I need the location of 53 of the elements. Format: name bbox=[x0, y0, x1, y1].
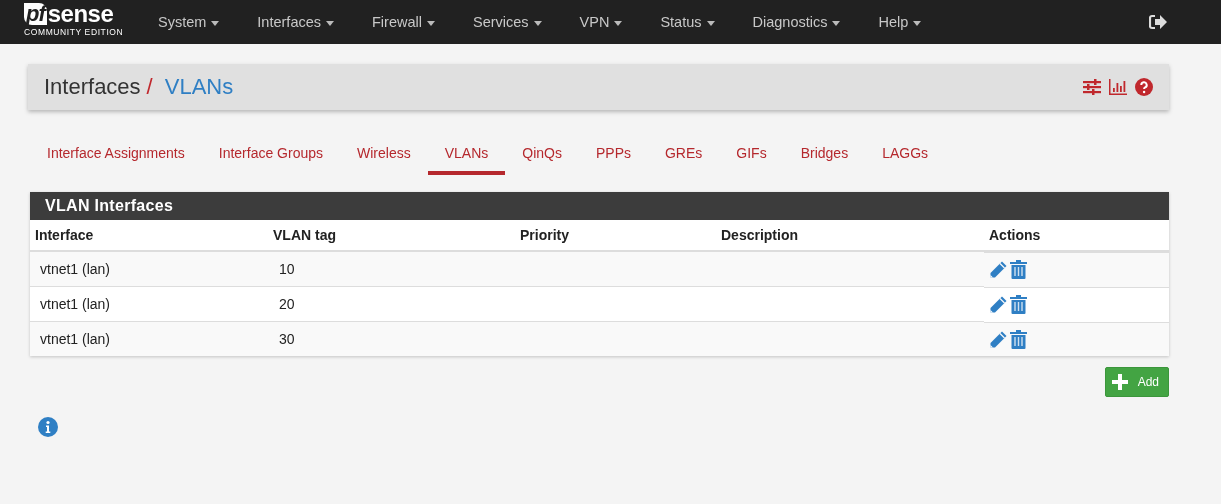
tab[interactable]: PPPs bbox=[578, 136, 648, 175]
pencil-icon[interactable] bbox=[989, 329, 1008, 349]
tab[interactable]: GIFs bbox=[719, 136, 784, 175]
logout-icon[interactable] bbox=[1149, 14, 1167, 30]
tab[interactable]: Interface Groups bbox=[201, 136, 341, 175]
table-cell: 30 bbox=[279, 331, 295, 347]
help-icon[interactable] bbox=[1135, 78, 1153, 96]
pencil-icon[interactable] bbox=[989, 294, 1008, 314]
nav-menu[interactable]: Services bbox=[472, 14, 562, 30]
caret-icon bbox=[832, 20, 841, 26]
table-cell: vtnet1 (lan) bbox=[40, 331, 111, 347]
nav-menu[interactable]: Status bbox=[660, 14, 735, 30]
breadcrumb-current[interactable]: VLANs bbox=[164, 74, 234, 100]
info-icon[interactable] bbox=[38, 417, 58, 437]
tab[interactable]: Wireless bbox=[340, 136, 428, 175]
logo-wordmark: sense bbox=[47, 1, 114, 26]
tab[interactable]: LAGGs bbox=[865, 136, 946, 175]
nav-menu[interactable]: Firewall bbox=[372, 14, 455, 30]
pencil-icon[interactable] bbox=[989, 260, 1008, 279]
table-cell: 20 bbox=[279, 296, 295, 312]
table-cell: vtnet1 (lan) bbox=[40, 261, 111, 277]
breadcrumb-separator: / bbox=[146, 74, 153, 100]
caret-icon bbox=[913, 20, 922, 26]
panel-title: VLAN Interfaces bbox=[45, 197, 174, 214]
trash-icon[interactable] bbox=[1010, 329, 1027, 349]
tab[interactable]: VLANs bbox=[427, 136, 506, 175]
table-cell: 10 bbox=[279, 261, 295, 277]
caret-icon bbox=[533, 20, 542, 26]
plus-icon bbox=[1111, 374, 1128, 390]
column-header: Actions bbox=[984, 220, 1169, 251]
nav-menu[interactable]: Diagnostics bbox=[752, 14, 861, 30]
tab[interactable]: GREs bbox=[648, 136, 720, 175]
tab[interactable]: Bridges bbox=[783, 136, 866, 175]
bar-chart-icon[interactable] bbox=[1109, 79, 1127, 95]
table-cell: vtnet1 (lan) bbox=[40, 296, 111, 312]
caret-icon bbox=[211, 20, 220, 26]
caret-icon bbox=[426, 20, 435, 26]
breadcrumb-parent[interactable]: Interfaces bbox=[44, 74, 141, 100]
caret-icon bbox=[326, 20, 334, 26]
nav-menu[interactable]: Help bbox=[878, 14, 942, 30]
nav-menu[interactable]: Interfaces bbox=[257, 14, 354, 30]
logo-mark: pf bbox=[24, 2, 47, 25]
nav-menu[interactable]: System bbox=[158, 14, 240, 30]
nav-menu[interactable]: VPN bbox=[579, 14, 643, 30]
caret-icon bbox=[706, 20, 715, 26]
caret-icon bbox=[614, 20, 623, 26]
logo-edition: COMMUNITY EDITION bbox=[24, 26, 124, 37]
tab[interactable]: Interface Assignments bbox=[30, 136, 202, 175]
add-button[interactable]: Add bbox=[1104, 367, 1169, 397]
tab[interactable]: QinQs bbox=[505, 136, 579, 175]
sliders-icon[interactable] bbox=[1083, 79, 1101, 95]
trash-icon[interactable] bbox=[1010, 260, 1027, 279]
trash-icon[interactable] bbox=[1010, 294, 1027, 314]
